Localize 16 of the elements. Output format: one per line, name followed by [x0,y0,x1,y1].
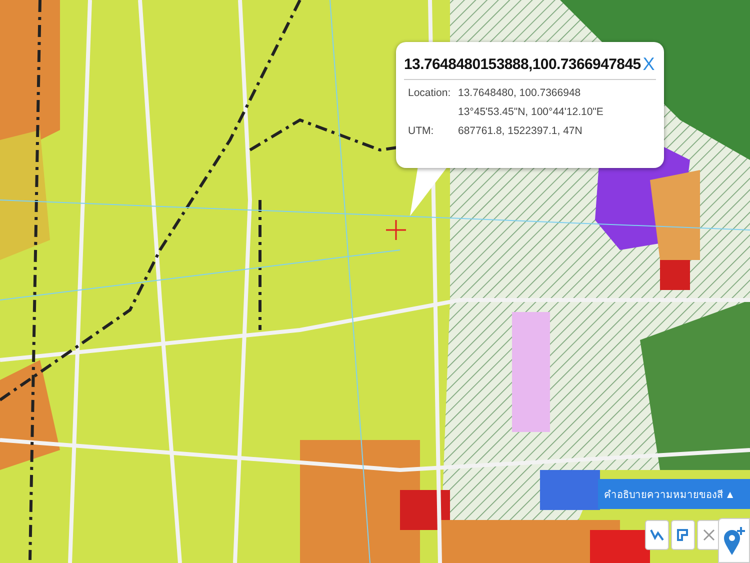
close-button[interactable]: X [640,54,657,75]
field-value: 13.7648480, 100.7366948 [458,87,582,99]
measure-area-button[interactable] [671,520,695,550]
close-icon [701,527,717,543]
add-marker-button[interactable] [718,518,750,563]
field-value: 13°45'53.45"N, 100°44'12.10"E [458,106,604,118]
polyline-icon [649,527,665,543]
field-value: 687761.8, 1522397.1, 47N [458,125,584,137]
coordinate-title: 13.7648480153888,100.7366947845 [404,56,641,73]
field-label: Location: [408,87,452,99]
measure-line-button[interactable] [645,520,669,550]
pin-plus-icon [722,526,746,556]
area-icon [675,527,691,543]
color-legend-button[interactable]: คำอธิบายความหมายของสี ▲ [598,479,750,509]
field-label: UTM: [408,125,435,137]
crosshair-marker-icon [386,220,406,240]
